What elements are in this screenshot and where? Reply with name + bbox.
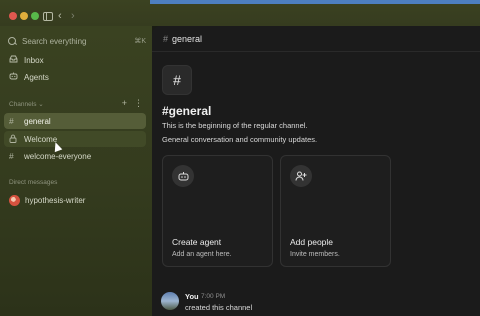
top-accent-strip <box>150 0 480 4</box>
search-placeholder[interactable]: Search everything <box>22 37 86 46</box>
sidebar-item-agents[interactable]: Agents <box>4 69 146 85</box>
more-options-icon[interactable]: ⋮ <box>134 98 143 109</box>
channel-title: #general <box>162 104 212 118</box>
direct-messages-label: Direct messages <box>9 179 58 186</box>
main-panel: # general # #general This is the beginni… <box>152 26 480 316</box>
card-subtitle: Add an agent here. <box>172 251 232 258</box>
channel-header: # general <box>152 26 480 52</box>
channel-intro-text: This is the beginning of the regular cha… <box>162 121 308 130</box>
channel-description: General conversation and community updat… <box>162 135 318 144</box>
search-icon <box>8 36 17 46</box>
inbox-icon <box>9 55 18 65</box>
card-title: Add people <box>290 237 334 247</box>
zoom-window-button[interactable] <box>31 12 39 20</box>
create-agent-card[interactable]: Create agent Add an agent here. <box>162 155 273 267</box>
message-text: created this channel <box>185 303 253 312</box>
avatar[interactable] <box>161 292 179 310</box>
avatar <box>9 194 20 206</box>
channel-label: general <box>24 116 51 126</box>
sidebar-item-label: Inbox <box>24 55 44 65</box>
robot-icon <box>9 72 18 82</box>
add-people-card[interactable]: Add people Invite members. <box>280 155 391 267</box>
sidebar-item-welcome-everyone[interactable]: # welcome-everyone <box>4 148 146 164</box>
add-user-icon <box>290 165 312 187</box>
minimize-window-button[interactable] <box>20 12 28 20</box>
page-title: general <box>172 33 203 44</box>
sidebar-item-inbox[interactable]: Inbox <box>4 52 146 68</box>
search-bar[interactable]: Search everything ⌘K <box>8 34 146 48</box>
sidebar-item-general[interactable]: # general <box>4 113 146 129</box>
hash-icon: # <box>9 151 14 161</box>
message-author[interactable]: You <box>185 292 199 301</box>
channel-hash-icon: # <box>162 65 192 95</box>
add-channel-icon[interactable]: + <box>122 98 127 109</box>
forward-arrow-icon[interactable]: › <box>71 9 75 23</box>
sidebar-item-label: Agents <box>24 72 49 82</box>
sidebar-item-hypothesis-writer[interactable]: hypothesis-writer <box>4 192 146 208</box>
message-timestamp: 7:00 PM <box>201 293 226 300</box>
chevron-down-icon[interactable]: ⌄ <box>38 101 43 108</box>
dm-label: hypothesis-writer <box>25 195 86 205</box>
hash-icon: # <box>9 116 14 126</box>
search-shortcut: ⌘K <box>134 38 146 45</box>
sidebar-item-welcome[interactable]: Welcome <box>4 131 146 147</box>
hash-icon: # <box>163 33 169 44</box>
robot-icon <box>172 165 194 187</box>
sidebar-toggle-icon[interactable] <box>43 12 53 21</box>
lock-icon <box>9 134 18 145</box>
back-arrow-icon[interactable]: ‹ <box>58 9 62 23</box>
channels-section-header[interactable]: Channels ⌄ <box>9 100 44 108</box>
card-subtitle: Invite members. <box>290 251 340 258</box>
channel-actions: + ⋮ <box>122 98 143 109</box>
channels-label: Channels <box>9 101 37 108</box>
sidebar: Search everything ⌘K Inbox Agents Channe… <box>0 26 152 316</box>
close-window-button[interactable] <box>9 12 17 20</box>
channel-label: welcome-everyone <box>24 151 92 161</box>
card-title: Create agent <box>172 237 222 247</box>
